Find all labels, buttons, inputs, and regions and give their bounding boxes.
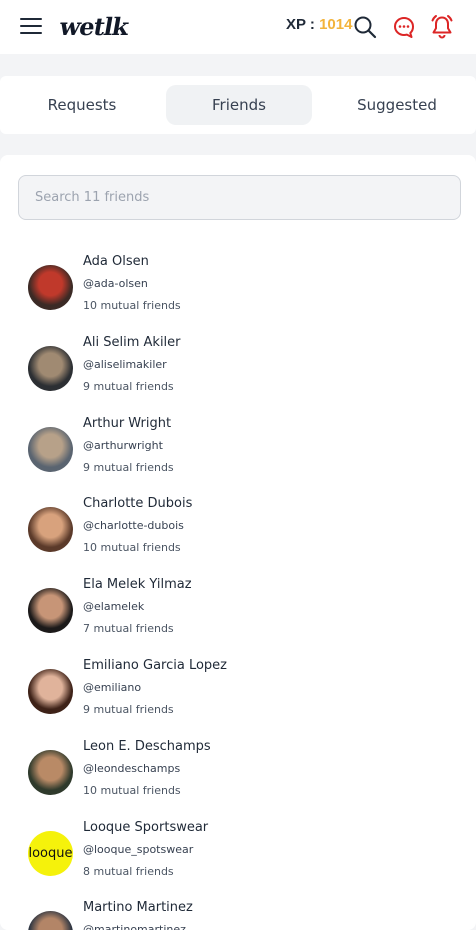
friend-name: Leon E. Deschamps [83, 739, 211, 754]
top-bar: wetlk XP : 1014 [0, 0, 476, 54]
friend-name: Arthur Wright [83, 416, 172, 431]
avatar[interactable] [28, 750, 73, 795]
friend-row[interactable]: Ada Olsen @ada-olsen 10 mutual friends [0, 251, 476, 321]
xp-value: 1014 [319, 16, 353, 33]
mutual-friends-count: 10 mutual friends [83, 541, 181, 554]
xp-label: XP : [286, 16, 320, 33]
chat-icon[interactable] [391, 14, 417, 40]
friend-row[interactable]: Martino Martinez @martinomartinez [0, 897, 476, 930]
avatar-logo-text: looque [28, 846, 73, 861]
bell-icon[interactable] [429, 14, 455, 40]
mutual-friends-count: 9 mutual friends [83, 380, 174, 393]
search-friends-input[interactable] [18, 175, 461, 220]
friend-username: @leondeschamps [83, 762, 181, 775]
mutual-friends-count: 8 mutual friends [83, 865, 174, 878]
menu-icon[interactable] [20, 18, 42, 36]
mutual-friends-count: 7 mutual friends [83, 622, 174, 635]
friend-row[interactable]: Emiliano Garcia Lopez @emiliano 9 mutual f… [0, 655, 476, 725]
avatar[interactable] [28, 588, 73, 633]
friend-name: Ela Melek Yilmaz [83, 577, 192, 592]
xp-counter: XP : 1014 [286, 16, 352, 33]
friend-row[interactable]: Ali Selim Akiler @aliselimakiler 9 mutual … [0, 332, 476, 402]
friend-row[interactable]: Ela Melek Yilmaz @elamelek 7 mutual friend… [0, 574, 476, 644]
friend-username: @emiliano [83, 681, 142, 694]
friend-username: @arthurwright [83, 439, 163, 452]
app-logo[interactable]: wetlk [57, 12, 130, 41]
friend-name: Charlotte Dubois [83, 496, 193, 511]
friend-name: Ada Olsen [83, 254, 149, 269]
friend-username: @aliselimakiler [83, 358, 167, 371]
tab-suggested[interactable]: Suggested [324, 85, 470, 125]
friend-row[interactable]: looque Looque Sportswear @looque_spotswear… [0, 817, 476, 887]
friend-row[interactable]: Leon E. Deschamps @leondeschamps 10 mutual… [0, 736, 476, 806]
friend-row[interactable]: Arthur Wright @arthurwright 9 mutual frien… [0, 413, 476, 483]
friends-tab-bar: Requests Friends Suggested [0, 76, 476, 134]
mutual-friends-count: 9 mutual friends [83, 461, 174, 474]
friend-username: @charlotte-dubois [83, 519, 184, 532]
friend-name: Ali Selim Akiler [83, 335, 181, 350]
mutual-friends-count: 9 mutual friends [83, 703, 174, 716]
avatar[interactable] [28, 427, 73, 472]
mutual-friends-count: 10 mutual friends [83, 784, 181, 797]
friend-name: Looque Sportswear [83, 820, 209, 835]
mutual-friends-count: 10 mutual friends [83, 299, 181, 312]
avatar[interactable]: looque [28, 831, 73, 876]
avatar[interactable] [28, 507, 73, 552]
friend-username: @elamelek [83, 600, 145, 613]
avatar[interactable] [28, 265, 73, 310]
friend-username: @looque_spotswear [83, 843, 194, 856]
avatar[interactable] [28, 669, 73, 714]
friend-name: Emiliano Garcia Lopez [83, 658, 228, 673]
avatar[interactable] [28, 911, 73, 930]
friend-name: Martino Martinez [83, 900, 193, 915]
friend-row[interactable]: Charlotte Dubois @charlotte-dubois 10 mutu… [0, 493, 476, 563]
friend-username: @martinomartinez [83, 923, 186, 930]
friends-list-panel: Ada Olsen @ada-olsen 10 mutual friends Ali … [0, 155, 476, 930]
avatar[interactable] [28, 346, 73, 391]
search-icon[interactable] [352, 14, 378, 40]
friend-username: @ada-olsen [83, 277, 148, 290]
tab-requests[interactable]: Requests [9, 85, 155, 125]
tab-friends[interactable]: Friends [166, 85, 312, 125]
